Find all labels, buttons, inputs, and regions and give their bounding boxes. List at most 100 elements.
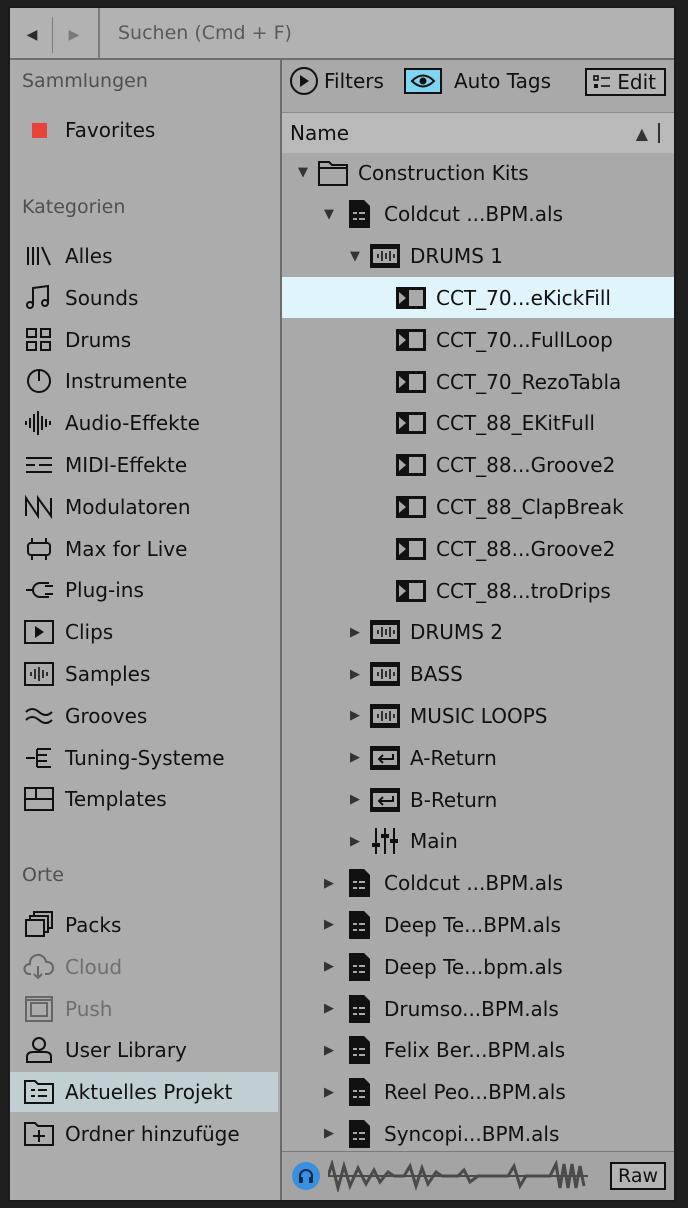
favorites-color-icon <box>22 114 56 146</box>
expand-triangle-icon[interactable]: ▶ <box>348 708 362 723</box>
expand-triangle-icon[interactable]: ▶ <box>348 834 362 849</box>
sidebar-item-label: Max for Live <box>65 536 188 561</box>
raw-button[interactable]: Raw <box>610 1162 666 1190</box>
groove-icon <box>22 700 56 732</box>
sidebar-item-user-library[interactable]: User Library <box>10 1030 278 1070</box>
sidebar-item-max-for-live[interactable]: Max for Live <box>10 529 278 569</box>
sidebar-item-grooves[interactable]: Grooves <box>10 696 278 736</box>
browser-row[interactable]: ▶ Coldcut ...BPM.als <box>282 863 674 904</box>
clip-file-icon <box>394 324 428 356</box>
browser-row-label: CCT_70_RezoTabla <box>436 369 622 394</box>
browser-row[interactable]: ▶ Syncopi...BPM.als <box>282 1113 674 1154</box>
browser-row[interactable]: ▶ Deep Te...bpm.als <box>282 946 674 987</box>
expand-triangle-icon[interactable]: ▶ <box>322 917 336 932</box>
browser-row[interactable]: ▶ Drumso...BPM.als <box>282 988 674 1029</box>
collapse-triangle-icon[interactable]: ▼ <box>322 207 336 222</box>
user-icon <box>22 1034 56 1066</box>
collapse-triangle-icon[interactable]: ▼ <box>296 165 310 180</box>
preview-toggle[interactable] <box>292 1162 320 1190</box>
sidebar-item-favorites[interactable]: Favorites <box>10 110 278 150</box>
browser-row-label: Deep Te...BPM.als <box>384 912 561 937</box>
browser-row[interactable]: CCT_88_EKitFull <box>282 403 674 444</box>
browser-row-label: Felix Ber...BPM.als <box>384 1038 566 1063</box>
browser-row[interactable]: CCT_88_ClapBreak <box>282 486 674 527</box>
sidebar-item-alles[interactable]: Alles <box>10 236 278 276</box>
expand-triangle-icon[interactable]: ▶ <box>322 1001 336 1016</box>
browser-toolbar: Filters Auto Tags Edit <box>282 60 674 102</box>
browser-row[interactable]: ▶ BASS <box>282 654 674 695</box>
expand-triangle-icon[interactable]: ▶ <box>322 1043 336 1058</box>
browser-row[interactable]: CCT_70_RezoTabla <box>282 361 674 402</box>
name-column-header[interactable]: Name ▲ <box>282 112 674 153</box>
audio-track-icon <box>368 616 402 648</box>
sort-ascending-icon[interactable]: ▲ <box>636 124 648 143</box>
browser-row[interactable]: ▶ Reel Peo...BPM.als <box>282 1072 674 1113</box>
expand-triangle-icon[interactable]: ▶ <box>322 959 336 974</box>
browser-row-label: MUSIC LOOPS <box>410 703 548 728</box>
browser-window: ◀ ▶ Suchen (Cmd + F) Sammlungen Favorite… <box>8 6 676 1202</box>
browser-row[interactable]: ▼ DRUMS 1 <box>282 236 674 277</box>
sidebar-item-label: Aktuelles Projekt <box>65 1080 233 1105</box>
expand-triangle-icon[interactable]: ▶ <box>322 1126 336 1141</box>
sidebar-item-audio-effekte[interactable]: Audio-Effekte <box>10 403 278 443</box>
expand-triangle-icon[interactable]: ▶ <box>348 792 362 807</box>
auto-tags-toggle[interactable] <box>403 68 442 94</box>
expand-triangle-icon[interactable]: ▶ <box>348 667 362 682</box>
sidebar-item-modulatoren[interactable]: Modulatoren <box>10 487 278 527</box>
sidebar-item-sounds[interactable]: Sounds <box>10 278 278 318</box>
browser-row-label: CCT_88...troDrips <box>436 578 611 603</box>
modulator-icon <box>22 491 56 523</box>
expand-triangle-icon[interactable]: ▶ <box>348 750 362 765</box>
sidebar-item-plug-ins[interactable]: Plug-ins <box>10 570 278 610</box>
collapse-triangle-icon[interactable]: ▼ <box>348 249 362 264</box>
forward-button[interactable]: ▶ <box>54 17 94 53</box>
browser-row-label: CCT_88...Groove2 <box>436 536 616 561</box>
browser-row[interactable]: ▶ A-Return <box>282 737 674 778</box>
sidebar-item-label: Ordner hinzufüge <box>65 1122 240 1146</box>
expand-triangle-icon[interactable]: ▶ <box>348 625 362 640</box>
sidebar-item-midi-effekte[interactable]: MIDI-Effekte <box>10 445 278 485</box>
sidebar-item-push[interactable]: Push <box>10 989 278 1029</box>
expand-triangle-icon[interactable]: ▶ <box>322 1085 336 1100</box>
search-field[interactable]: Suchen (Cmd + F) <box>98 8 674 58</box>
browser-row-label: Reel Peo...BPM.als <box>384 1080 566 1105</box>
browser-row-label: DRUMS 1 <box>410 244 503 269</box>
browser-row[interactable]: CCT_88...Groove2 <box>282 528 674 569</box>
set-file-icon <box>342 1118 376 1150</box>
back-button[interactable]: ◀ <box>12 17 53 53</box>
browser-row[interactable]: ▶ MUSIC LOOPS <box>282 695 674 736</box>
return-track-icon <box>368 784 402 816</box>
sidebar-item-packs[interactable]: Packs <box>10 905 278 945</box>
browser-row[interactable]: CCT_88...Groove2 <box>282 445 674 486</box>
preview-waveform[interactable] <box>328 1160 588 1192</box>
browser-row[interactable]: ▶ Deep Te...BPM.als <box>282 904 674 945</box>
browser-row[interactable]: ▶ Felix Ber...BPM.als <box>282 1030 674 1071</box>
browser-row[interactable]: ▼ Coldcut ...BPM.als <box>282 194 674 235</box>
midi-lines-icon <box>22 449 56 481</box>
browser-row[interactable]: ▶ DRUMS 2 <box>282 612 674 653</box>
sidebar-item-clips[interactable]: Clips <box>10 612 278 652</box>
edit-button[interactable]: Edit <box>585 68 666 96</box>
browser-row[interactable]: CCT_70...eKickFill <box>282 277 674 319</box>
browser-row[interactable]: ▶ Main <box>282 821 674 862</box>
sidebar-item-cloud[interactable]: Cloud <box>10 947 278 987</box>
browser-row[interactable]: ▶ B-Return <box>282 779 674 820</box>
sidebar-item-samples[interactable]: Samples <box>10 654 278 694</box>
browser-row[interactable]: CCT_88...troDrips <box>282 570 674 611</box>
sidebar-item-drums[interactable]: Drums <box>10 320 278 360</box>
column-resize-handle[interactable] <box>658 123 660 143</box>
sidebar-item-aktuelles-projekt[interactable]: Aktuelles Projekt <box>10 1072 278 1113</box>
sidebar-item-tuning-systeme[interactable]: Tuning-Systeme <box>10 738 278 778</box>
clip-file-icon <box>394 407 428 439</box>
set-file-icon <box>342 951 376 983</box>
browser-row-label: CCT_88...Groove2 <box>436 453 616 478</box>
filters-toggle[interactable] <box>290 67 318 95</box>
sidebar-item-instrumente[interactable]: Instrumente <box>10 361 278 401</box>
browser-row-label: Deep Te...bpm.als <box>384 954 563 979</box>
sidebar-item-ordner-hinzuf-ge[interactable]: Ordner hinzufüge <box>10 1114 278 1154</box>
browser-row-label: CCT_70...FullLoop <box>436 327 613 352</box>
sidebar-item-templates[interactable]: Templates <box>10 779 278 819</box>
expand-triangle-icon[interactable]: ▶ <box>322 876 336 891</box>
browser-row[interactable]: ▼ Construction Kits <box>282 152 674 193</box>
browser-row[interactable]: CCT_70...FullLoop <box>282 319 674 360</box>
